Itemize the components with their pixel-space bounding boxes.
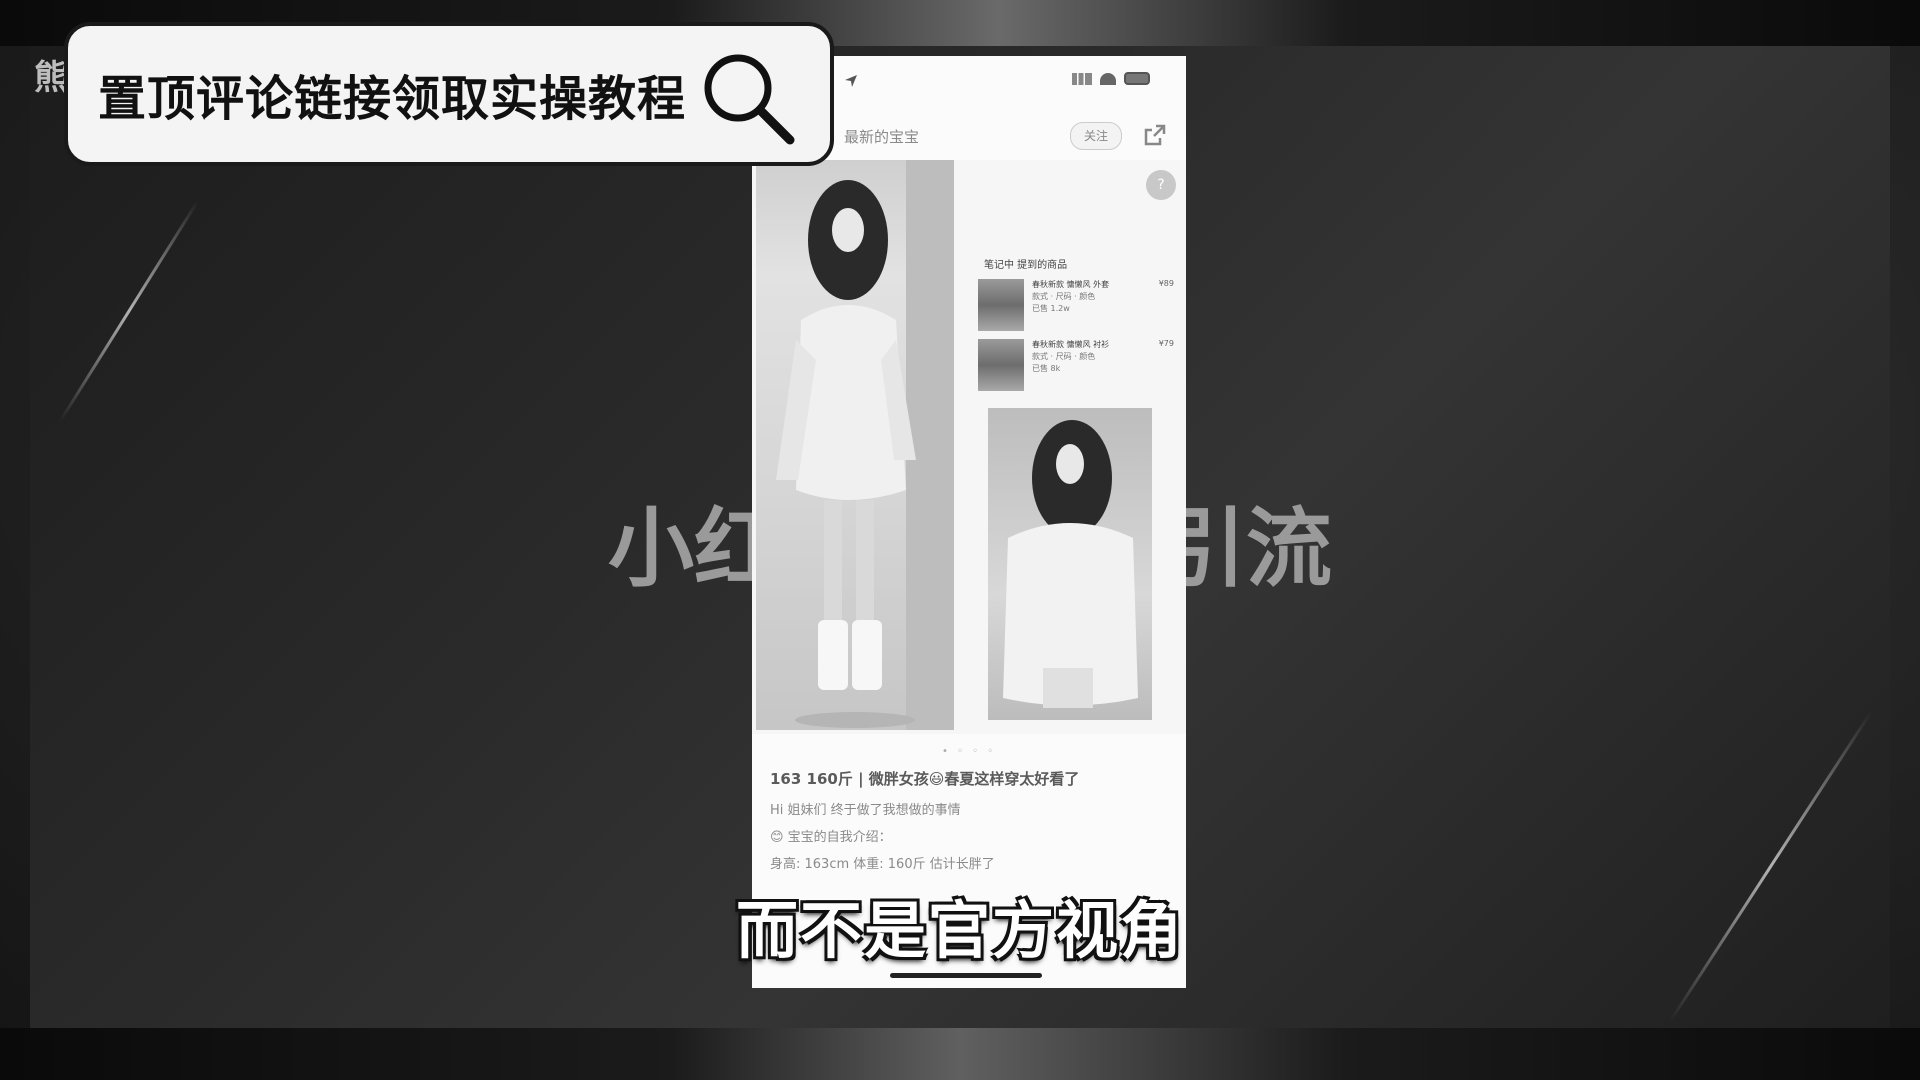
product-price: ¥89 — [1158, 279, 1174, 288]
battery-icon — [1124, 72, 1150, 85]
note-image-collage[interactable]: ? 笔记中 提到的商品 春秋新款 慵懒风 外套 款式 · 尺码 · 颜色 已售 … — [752, 160, 1186, 734]
status-icons — [1072, 72, 1150, 85]
note-body: 163 160斤 | 微胖女孩😃春夏这样穿太好看了 Hi 姐妹们 终于做了我想做… — [770, 768, 1170, 880]
phone-screen: 最新的宝宝 关注 ? 笔记中 提到的商品 春秋新款 慵懒风 外套 款式 · 尺码… — [752, 56, 1186, 988]
location-arrow-icon — [845, 75, 857, 87]
product-card-heading: 笔记中 提到的商品 — [984, 260, 1068, 271]
product-item[interactable]: 春秋新款 慵懒风 衬衫 款式 · 尺码 · 颜色 已售 8k ¥79 — [978, 339, 1178, 395]
follow-button[interactable]: 关注 — [1070, 122, 1122, 150]
share-icon[interactable] — [1142, 122, 1168, 148]
person-figure-icon — [776, 160, 954, 730]
product-price: ¥79 — [1158, 339, 1174, 348]
image-pager-dots: • ◦ ◦ ◦ — [942, 746, 997, 757]
product-sales: 已售 8k — [1032, 364, 1061, 373]
product-name: 春秋新款 慵懒风 外套 — [1032, 280, 1110, 289]
search-banner[interactable]: 置顶评论链接领取实操教程 — [64, 22, 834, 166]
product-sales: 已售 1.2w — [1032, 304, 1070, 313]
person-closeup-icon — [1003, 420, 1138, 708]
signal-icon — [1072, 72, 1092, 85]
product-thumbnail — [978, 279, 1024, 331]
corner-watermark: 熊 — [34, 58, 68, 98]
product-name: 春秋新款 慵懒风 衬衫 — [1032, 340, 1110, 349]
note-title: 163 160斤 | 微胖女孩😃春夏这样穿太好看了 — [770, 770, 1080, 788]
video-frame-bottom — [0, 1028, 1920, 1080]
product-meta: 款式 · 尺码 · 颜色 — [1032, 292, 1096, 301]
avatar[interactable]: ? — [1146, 170, 1176, 200]
note-line: 😊 宝宝的自我介绍： — [770, 830, 892, 845]
search-banner-text: 置顶评论链接领取实操教程 — [98, 71, 687, 127]
product-meta: 款式 · 尺码 · 颜色 — [1032, 352, 1096, 361]
product-item[interactable]: 春秋新款 慵懒风 外套 款式 · 尺码 · 颜色 已售 1.2w ¥89 — [978, 279, 1178, 335]
home-indicator[interactable] — [890, 973, 1042, 978]
outfit-photo-full-body — [756, 160, 954, 730]
note-line: 身高: 163cm 体重: 160斤 估计长胖了 — [770, 857, 995, 872]
outfit-photo-closeup — [988, 408, 1152, 720]
wifi-icon — [1100, 72, 1116, 85]
video-subtitle: 而不是官方视角 — [735, 894, 1184, 967]
note-line: Hi 姐妹们 终于做了我想做的事情 — [770, 803, 961, 818]
product-card[interactable]: 笔记中 提到的商品 春秋新款 慵懒风 外套 款式 · 尺码 · 颜色 已售 1.… — [978, 256, 1178, 406]
product-thumbnail — [978, 339, 1024, 391]
author-name[interactable]: 最新的宝宝 — [844, 126, 919, 147]
search-icon[interactable] — [698, 48, 798, 148]
